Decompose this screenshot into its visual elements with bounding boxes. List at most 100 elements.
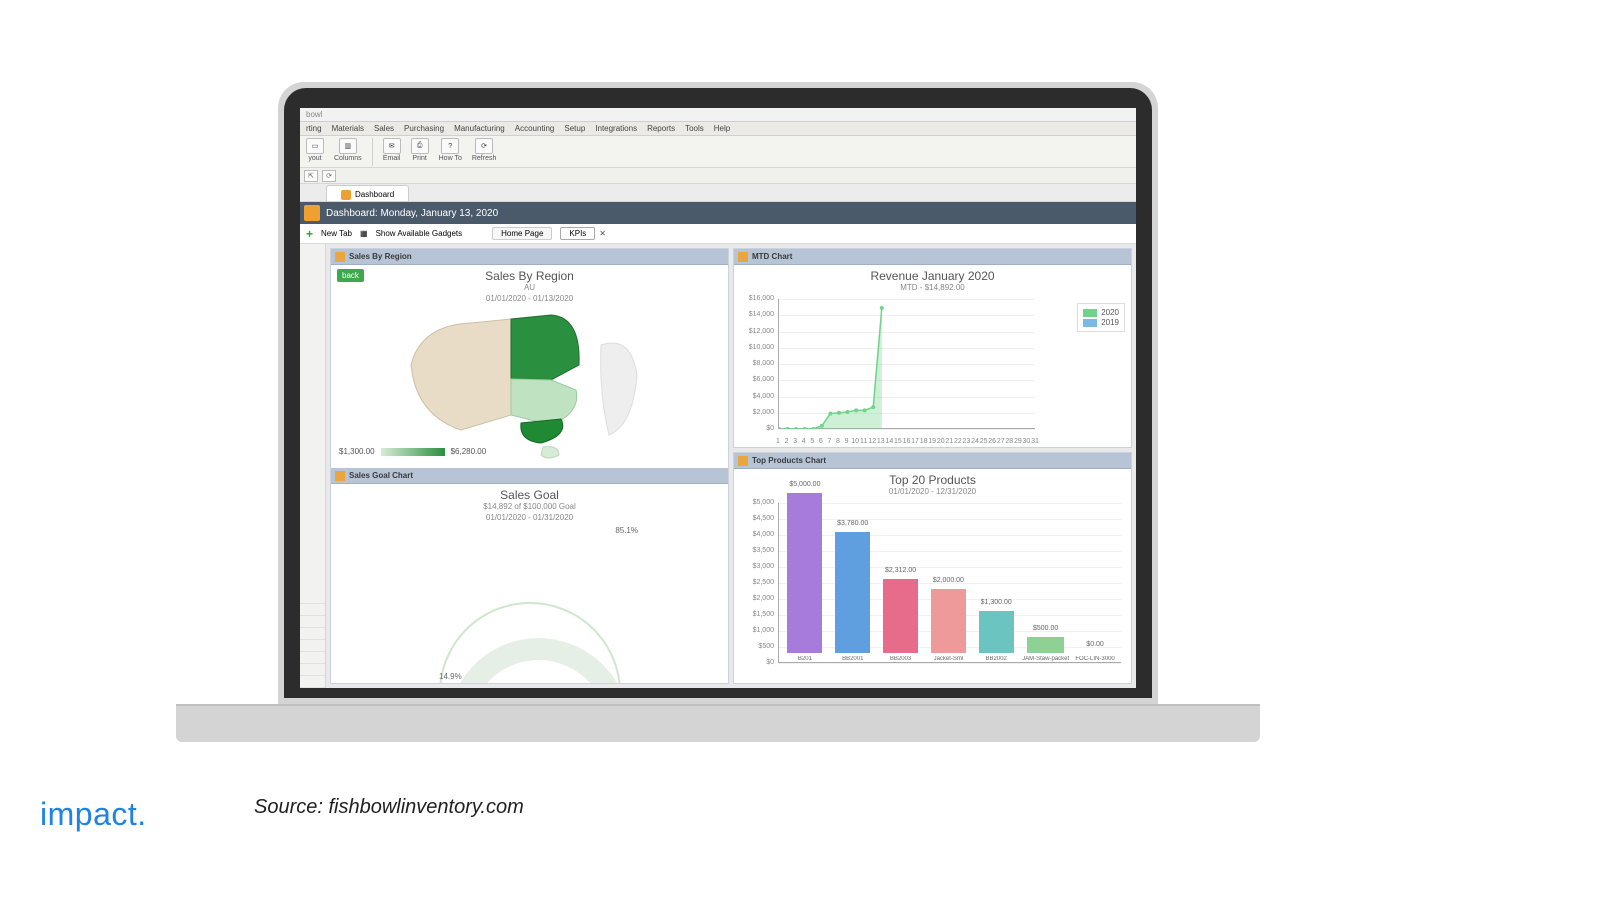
y-tick: $8,000 <box>734 360 774 367</box>
x-tick: 21 <box>945 438 953 445</box>
y-tick: $2,500 <box>734 579 774 586</box>
menu-materials[interactable]: Materials <box>332 124 364 133</box>
back-button[interactable]: back <box>337 269 364 282</box>
x-tick: 27 <box>997 438 1005 445</box>
refresh-button[interactable]: ⟳Refresh <box>472 138 497 162</box>
y-tick: $3,000 <box>734 563 774 570</box>
dashboard-banner-icon <box>304 205 320 221</box>
folder-icon <box>738 252 748 262</box>
layout-button[interactable]: ▭yout <box>306 138 324 162</box>
menu-manufacturing[interactable]: Manufacturing <box>454 124 505 133</box>
menu-sales[interactable]: Sales <box>374 124 394 133</box>
x-tick: 23 <box>963 438 971 445</box>
menu-accounting[interactable]: Accounting <box>515 124 555 133</box>
refresh-button-icon: ⟳ <box>475 138 493 154</box>
y-tick: $4,000 <box>734 531 774 538</box>
x-tick: 15 <box>894 438 902 445</box>
y-tick: $10,000 <box>734 344 774 351</box>
folder-icon <box>738 456 748 466</box>
mini-button-1[interactable]: ⇱ <box>304 170 318 182</box>
x-tick: 13 <box>877 438 885 445</box>
toolbar: ▭yout ▥Columns ✉Email ⎙Print ?How To ⟳Refresh <box>300 136 1136 168</box>
bar-FOC-LIN-3000[interactable]: $0.00FOC-LIN-3000 <box>1073 653 1117 662</box>
panel-mtd-chart: MTD Chart Revenue January 2020 MTD - $14… <box>733 248 1132 448</box>
bar-B201[interactable]: $5,000.00B201 <box>783 493 827 662</box>
y-tick: $12,000 <box>734 328 774 335</box>
menu-tools[interactable]: Tools <box>685 124 704 133</box>
x-tick: 18 <box>920 438 928 445</box>
panel-title: Sales By Region <box>349 252 412 261</box>
menu-rting[interactable]: rting <box>306 124 322 133</box>
y-tick: $2,000 <box>734 595 774 602</box>
window-tabs: Dashboard <box>300 184 1136 202</box>
y-tick: $4,500 <box>734 515 774 522</box>
x-tick: 24 <box>971 438 979 445</box>
bar-BB2002[interactable]: $1,300.00BB2002 <box>974 611 1018 662</box>
y-tick: $16,000 <box>734 295 774 302</box>
chart-subtitle: MTD - $14,892.00 <box>740 283 1125 292</box>
email-button[interactable]: ✉Email <box>383 138 401 162</box>
columns-button[interactable]: ▥Columns <box>334 138 362 162</box>
menu-setup[interactable]: Setup <box>564 124 585 133</box>
goal-sub2: 01/01/2020 - 01/31/2020 <box>337 513 722 522</box>
dashboard-controls: + New Tab ▦ Show Available Gadgets Home … <box>300 224 1136 244</box>
x-tick: 17 <box>911 438 919 445</box>
scale-high: $6,280.00 <box>451 447 487 456</box>
x-tick: 10 <box>851 438 859 445</box>
menu-help[interactable]: Help <box>714 124 730 133</box>
bar-BB2003[interactable]: $2,312.00BB2003 <box>879 579 923 662</box>
panel-title: Top Products Chart <box>752 456 826 465</box>
show-gadgets-button[interactable]: Show Available Gadgets <box>376 229 463 238</box>
folder-icon <box>335 471 345 481</box>
bar-Jacket-Sml[interactable]: $2,000.00Jacket-Sml <box>926 589 970 662</box>
plus-icon: + <box>306 229 313 239</box>
tab-home-page[interactable]: Home Page <box>492 227 552 240</box>
x-tick: 14 <box>885 438 893 445</box>
gadgets-icon: ▦ <box>360 229 368 238</box>
close-icon[interactable]: ✕ <box>599 229 606 238</box>
menu-purchasing[interactable]: Purchasing <box>404 124 444 133</box>
x-tick: 8 <box>836 438 840 445</box>
tab-kpis[interactable]: KPIs <box>560 227 595 240</box>
x-tick: 16 <box>903 438 911 445</box>
goal-title: Sales Goal <box>337 488 722 502</box>
panel-top-products: Top Products Chart Top 20 Products 01/01… <box>733 452 1132 684</box>
menu-integrations[interactable]: Integrations <box>595 124 637 133</box>
x-tick: 29 <box>1014 438 1022 445</box>
bar-BB2001[interactable]: $3,780.00BB2001 <box>831 532 875 662</box>
x-tick: 7 <box>827 438 831 445</box>
bar-JAM-Staw-packet[interactable]: $500.00JAM-Staw-packet <box>1022 637 1069 662</box>
menu-reports[interactable]: Reports <box>647 124 675 133</box>
tab-dashboard[interactable]: Dashboard <box>326 185 409 201</box>
x-tick: 1 <box>776 438 780 445</box>
impact-logo: impact. <box>40 796 147 833</box>
y-tick: $14,000 <box>734 311 774 318</box>
sub-toolbar: ⇱ ⟳ <box>300 168 1136 184</box>
folder-icon <box>335 252 345 262</box>
window-titlebar: bowl <box>300 108 1136 122</box>
chart-legend: 20202019 <box>1077 303 1125 332</box>
new-tab-button[interactable]: New Tab <box>321 229 352 238</box>
print-button[interactable]: ⎙Print <box>411 138 429 162</box>
x-tick: 11 <box>860 438 867 445</box>
map-scale: $1,300.00 $6,280.00 <box>339 447 486 456</box>
scale-low: $1,300.00 <box>339 447 375 456</box>
left-gutter <box>300 244 326 688</box>
mini-button-2[interactable]: ⟳ <box>322 170 336 182</box>
email-button-icon: ✉ <box>383 138 401 154</box>
dashboard-icon <box>341 190 351 200</box>
dashboard-banner: Dashboard: Monday, January 13, 2020 <box>300 202 1136 224</box>
x-tick: 19 <box>928 438 936 445</box>
x-tick: 3 <box>793 438 797 445</box>
y-tick: $3,500 <box>734 547 774 554</box>
app-screen: bowl rting Materials Sales Purchasing Manufa… <box>300 108 1136 688</box>
howto-button[interactable]: ?How To <box>439 138 462 162</box>
laptop-base <box>176 704 1260 742</box>
panel-title: MTD Chart <box>752 252 792 261</box>
x-tick: 5 <box>810 438 814 445</box>
map-australia[interactable] <box>401 295 661 465</box>
x-tick: 28 <box>1005 438 1013 445</box>
dashboard-banner-text: Dashboard: Monday, January 13, 2020 <box>326 208 498 219</box>
region-title: Sales By Region <box>337 269 722 283</box>
laptop-frame: bowl rting Materials Sales Purchasing Manufa… <box>278 82 1158 704</box>
